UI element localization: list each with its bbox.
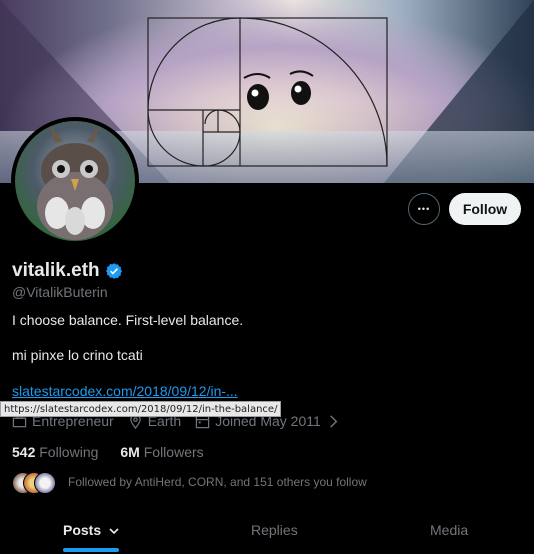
following-count: 542 bbox=[12, 444, 36, 460]
chevron-right-icon[interactable] bbox=[326, 414, 341, 429]
followers-count: 6M bbox=[120, 444, 140, 460]
followers-label: Followers bbox=[143, 444, 204, 460]
bio-line-1: I choose balance. First-level balance. bbox=[12, 312, 244, 328]
link-url-tooltip: https://slatestarcodex.com/2018/09/12/in… bbox=[0, 401, 282, 417]
tab-media[interactable]: Media bbox=[430, 522, 468, 538]
active-tab-indicator bbox=[63, 548, 119, 552]
more-options-button[interactable]: ••• bbox=[408, 193, 440, 225]
followed-by-row[interactable]: Followed by AntiHerd, CORN, and 151 othe… bbox=[12, 470, 367, 494]
profile-avatar[interactable] bbox=[11, 117, 139, 245]
tab-posts-label: Posts bbox=[63, 522, 102, 538]
followed-by-avatars bbox=[12, 470, 56, 494]
display-name: vitalik.eth bbox=[12, 260, 100, 281]
name-row: vitalik.eth bbox=[12, 260, 123, 282]
follow-button[interactable]: Follow bbox=[449, 193, 521, 225]
followed-by-text: Followed by AntiHerd, CORN, and 151 othe… bbox=[68, 475, 367, 489]
owl-creature-image bbox=[37, 125, 113, 240]
following-stat[interactable]: 542 Following bbox=[12, 444, 98, 460]
chevron-down-icon bbox=[109, 528, 119, 535]
handle: @VitalikButerin bbox=[12, 284, 108, 300]
mini-avatar bbox=[34, 472, 56, 494]
follow-stats: 542 Following 6M Followers bbox=[12, 444, 204, 460]
more-icon: ••• bbox=[417, 203, 431, 214]
following-label: Following bbox=[39, 444, 99, 460]
bio-link[interactable]: slatestarcodex.com/2018/09/12/in-... bbox=[12, 383, 238, 399]
anime-face bbox=[243, 70, 314, 110]
verified-icon[interactable] bbox=[105, 262, 123, 280]
tab-posts[interactable]: Posts bbox=[63, 522, 120, 538]
followers-stat[interactable]: 6M Followers bbox=[120, 444, 203, 460]
tab-replies[interactable]: Replies bbox=[251, 522, 298, 538]
bio-line-2: mi pinxe lo crino tcati bbox=[12, 347, 143, 363]
